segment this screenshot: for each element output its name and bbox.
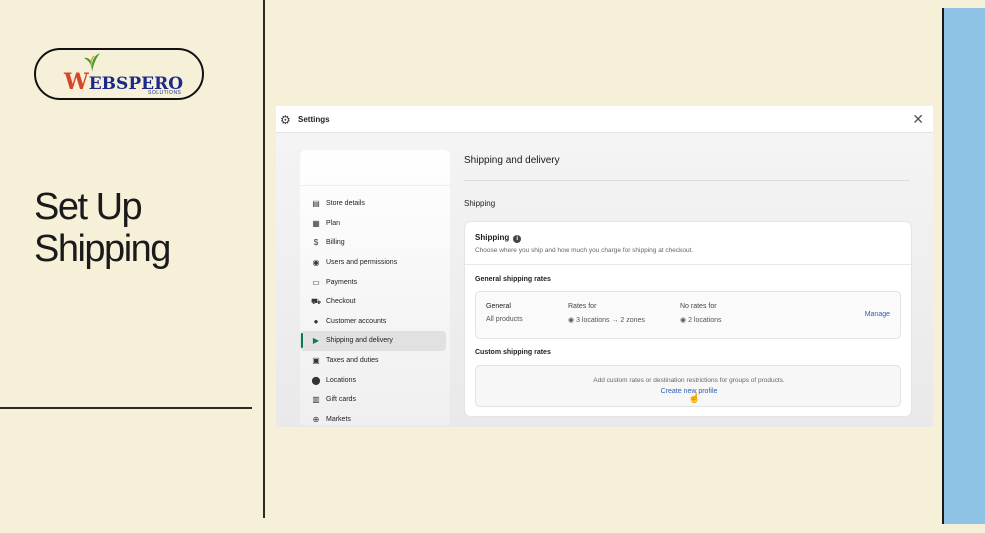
close-icon[interactable]: ✕: [912, 111, 924, 128]
rate-col2-sub: ◉ 3 locations → 2 zones: [568, 316, 645, 324]
sidebar-item-customer-accounts[interactable]: ● Customer accounts: [300, 312, 450, 332]
settings-sidebar: ▤ Store details ▦ Plan $ Billing ◉ Users and…: [300, 150, 450, 426]
rate-col2-value: 3 locations → 2 zones: [576, 317, 645, 324]
globe-icon: ⊕: [312, 414, 320, 424]
sidebar-item-gift-cards[interactable]: ▥ Gift cards: [300, 390, 450, 410]
page-title: Shipping and delivery: [464, 155, 560, 166]
logo-subtext: SOLUTIONS: [148, 90, 182, 96]
section-heading: Shipping: [464, 199, 496, 208]
sidebar-item-locations[interactable]: ⬤ Locations: [300, 370, 450, 390]
settings-window: ⚙ Settings ✕ ▤ Store details ▦ Plan $ Billi…: [276, 106, 933, 427]
hand-cursor-icon: ☝: [688, 393, 701, 404]
divider: [465, 264, 911, 265]
sidebar-item-store-details[interactable]: ▤ Store details: [300, 194, 450, 214]
window-topbar: ⚙ Settings ✕: [276, 106, 933, 133]
logo-initial: W: [64, 69, 89, 95]
rate-col3-title: No rates for: [680, 303, 717, 310]
card-description: Choose where you ship and how much you c…: [475, 247, 694, 254]
sidebar-item-label: Markets: [326, 415, 351, 423]
sidebar-item-label: Payments: [326, 278, 358, 286]
rate-col3-value: 2 locations: [688, 317, 722, 324]
divider: [464, 180, 910, 181]
sidebar-header: [300, 150, 450, 186]
slide-title-line1: Set Up: [34, 186, 143, 228]
store-icon: ▤: [312, 199, 320, 209]
sidebar-item-label: Store details: [326, 200, 365, 208]
sidebar-item-label: Taxes and duties: [326, 357, 379, 365]
card-title: Shipping i: [475, 233, 522, 243]
cart-icon: ⛟: [310, 296, 322, 306]
sidebar-item-label: Gift cards: [326, 396, 356, 404]
rate-col1-title: General: [486, 303, 511, 310]
location-pin-icon: ◉: [568, 317, 577, 324]
rate-col1-sub: All products: [486, 316, 523, 323]
brand-logo: WEBSPERO SOLUTIONS: [34, 48, 204, 100]
shipping-card: Shipping i Choose where you ship and how …: [464, 221, 912, 417]
general-rates-heading: General shipping rates: [475, 276, 551, 283]
sidebar-item-plan[interactable]: ▦ Plan: [300, 214, 450, 234]
slide-title-line2: Shipping: [34, 228, 171, 270]
location-icon: ⬤: [311, 375, 321, 385]
user-icon: ◉: [312, 258, 320, 268]
truck-icon: ▶: [312, 336, 320, 346]
location-pin-icon: ◉: [680, 317, 689, 324]
payments-icon: ▭: [312, 277, 320, 287]
sidebar-item-label: Shipping and delivery: [326, 337, 393, 345]
sidebar-item-users[interactable]: ◉ Users and permissions: [300, 253, 450, 273]
sidebar-item-payments[interactable]: ▭ Payments: [300, 272, 450, 292]
rate-col2-title: Rates for: [568, 303, 597, 310]
tax-icon: ▣: [312, 356, 320, 366]
sidebar-item-checkout[interactable]: ⛟ Checkout: [300, 292, 450, 312]
custom-rates-description: Add custom rates or destination restrict…: [593, 377, 785, 384]
billing-icon: $: [313, 238, 319, 248]
manage-link[interactable]: Manage: [865, 311, 890, 318]
sidebar-item-label: Locations: [326, 376, 356, 384]
divider-horizontal: [0, 407, 252, 409]
plan-icon: ▦: [312, 218, 320, 228]
custom-rates-box: Add custom rates or destination restrict…: [475, 365, 901, 407]
sidebar-item-billing[interactable]: $ Billing: [300, 233, 450, 253]
rate-col3-sub: ◉ 2 locations: [680, 316, 722, 324]
sidebar-item-markets[interactable]: ⊕ Markets: [300, 410, 450, 427]
sidebar-item-shipping[interactable]: ▶ Shipping and delivery: [300, 331, 446, 351]
info-icon[interactable]: i: [513, 235, 522, 243]
general-rate-row: General All products Rates for ◉ 3 locat…: [475, 291, 901, 339]
sidebar-item-label: Checkout: [326, 298, 356, 306]
card-title-text: Shipping: [475, 233, 510, 242]
sidebar-item-label: Users and permissions: [326, 259, 398, 267]
gear-icon: ⚙: [280, 113, 291, 127]
sidebar-item-taxes[interactable]: ▣ Taxes and duties: [300, 351, 450, 371]
slide-title: Set Up Shipping: [34, 186, 171, 270]
gift-icon: ▥: [312, 395, 320, 405]
person-icon: ●: [313, 316, 319, 326]
sidebar-item-label: Plan: [326, 219, 341, 227]
window-title: Settings: [298, 115, 330, 124]
accent-bar: [942, 8, 985, 524]
sidebar-item-label: Billing: [326, 239, 345, 247]
sidebar-item-label: Customer accounts: [326, 317, 387, 325]
custom-rates-heading: Custom shipping rates: [475, 349, 551, 356]
sidebar-list: ▤ Store details ▦ Plan $ Billing ◉ Users and…: [300, 194, 450, 427]
divider-vertical: [263, 0, 265, 518]
